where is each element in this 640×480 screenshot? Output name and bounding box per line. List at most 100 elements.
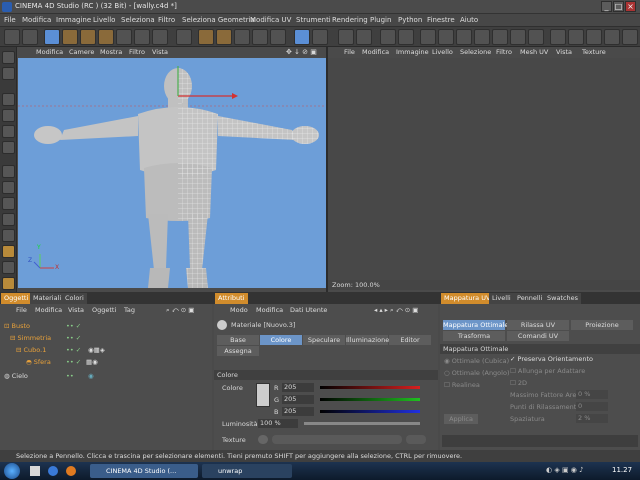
option-ottimale-cubica[interactable]: ◉ Ottimale (Cubica) (444, 355, 509, 367)
option-ottimale-angolo[interactable]: ○ Ottimale (Angolo) (444, 367, 509, 379)
edges-mode-icon[interactable] (338, 29, 354, 45)
option-allunga-per-adattare[interactable]: ☐ Allunga per Adattare (510, 365, 585, 377)
spaziatura-input[interactable]: 2 % (576, 414, 608, 423)
channel-base-button[interactable]: Base (217, 335, 259, 345)
blur-icon[interactable] (2, 229, 15, 242)
subtab-trasforma[interactable]: Trasforma (443, 331, 505, 341)
menu-modifica[interactable]: Modifica (22, 14, 51, 27)
system-tray-icons[interactable]: ◐ ◈ ▣ ◉ ♪ (546, 466, 584, 474)
vp-menu-vista[interactable]: Vista (152, 47, 168, 58)
attr-nav-icons[interactable]: ◂ ▴ ▸ ⌕ ⤺ ⊙ ▣ (374, 306, 418, 315)
render-picture-icon[interactable] (216, 29, 232, 45)
brush-tool-icon[interactable] (2, 165, 15, 178)
uv-menu-vista[interactable]: Vista (556, 47, 572, 58)
maximize-button[interactable]: □ (613, 1, 624, 12)
edge-tool-icon[interactable] (2, 125, 15, 138)
visibility-icons[interactable]: •• ✓ (66, 356, 81, 368)
select-icon[interactable] (474, 29, 490, 45)
fill-bucket-icon[interactable] (2, 245, 15, 258)
gradient-icon[interactable] (2, 261, 15, 274)
visibility-icons[interactable]: •• ✓ (66, 344, 81, 356)
redo-icon[interactable] (22, 29, 38, 45)
clone-tool-icon[interactable] (2, 181, 15, 194)
live-select-icon[interactable] (44, 29, 60, 45)
channel-illuminazione-button[interactable]: Illuminazione (346, 335, 389, 345)
r-value-field[interactable]: 205 (282, 383, 314, 392)
uv-menu-texture[interactable]: Texture (582, 47, 606, 58)
texture-mode-icon[interactable] (2, 67, 15, 80)
tab-materiali[interactable]: Materiali (30, 293, 65, 304)
layout-icon[interactable] (550, 29, 566, 45)
luminosity-slider[interactable] (304, 422, 420, 425)
texture-menu-button[interactable] (258, 435, 268, 444)
polygons-mode-icon[interactable] (356, 29, 372, 45)
tab-attributi[interactable]: Attributi (215, 293, 248, 304)
minimize-button[interactable]: _ (601, 1, 612, 12)
obj-menu-tag[interactable]: Tag (124, 306, 135, 314)
paint-tool-icon[interactable] (420, 29, 436, 45)
texture-path-field[interactable] (272, 435, 402, 444)
massimo-fattore-area-input[interactable]: 0 % (576, 390, 608, 399)
menu-seleziona[interactable]: Seleziona (121, 14, 155, 27)
object-row-simmetria[interactable]: ⊟ Simmetria •• ✓ (10, 332, 81, 344)
attr-menu-modifica[interactable]: Modifica (256, 306, 283, 314)
vp-menu-modifica[interactable]: Modifica (36, 47, 63, 58)
uv-menu-immagine[interactable]: Immagine (396, 47, 429, 58)
channel-editor-button[interactable]: Editor (389, 335, 431, 345)
points-mode-icon[interactable] (312, 29, 328, 45)
attr-menu-modo[interactable]: Modo (230, 306, 248, 314)
polygon-tool-icon[interactable] (2, 141, 15, 154)
visibility-icons[interactable]: •• ✓ (66, 332, 81, 344)
text-tool-icon[interactable] (2, 277, 15, 290)
rect-select-icon[interactable] (510, 29, 526, 45)
object-row-sfera[interactable]: ◓ Sfera •• ✓ ▦◉ (26, 356, 98, 368)
tab-mappatura-uv[interactable]: Mappatura UV (441, 293, 494, 304)
visibility-icons[interactable]: •• ✓ (66, 320, 81, 332)
option-2d[interactable]: ☐ 2D (510, 377, 527, 389)
uv-commands-icon-strip[interactable] (442, 435, 638, 447)
character-model[interactable] (18, 58, 326, 288)
object-row-busto[interactable]: ⊡ Busto •• ✓ (4, 320, 81, 332)
subtab-mappatura-ottimale[interactable]: Mappatura Ottimale (443, 320, 508, 330)
menu-immagine[interactable]: Immagine (56, 14, 91, 27)
menu-modifica-uv[interactable]: Modifica UV (250, 14, 291, 27)
undo-icon[interactable] (4, 29, 20, 45)
obj-menu-vista[interactable]: Vista (68, 306, 84, 314)
uv-menu-filtro[interactable]: Filtro (496, 47, 512, 58)
fill-icon[interactable] (456, 29, 472, 45)
g-slider[interactable] (320, 398, 420, 401)
quicklaunch-icon[interactable] (30, 466, 40, 476)
uv-menu-selezione[interactable]: Selezione (460, 47, 491, 58)
uv-menu-livello[interactable]: Livello (432, 47, 453, 58)
lasso-icon[interactable] (492, 29, 508, 45)
axis-z-icon[interactable] (152, 29, 168, 45)
channel-speculare-button[interactable]: Speculare (303, 335, 345, 345)
obj-menu-oggetti[interactable]: Oggetti (92, 306, 116, 314)
rotate-icon[interactable] (98, 29, 114, 45)
taskbar-unwrap[interactable]: unwrap (202, 464, 292, 478)
magic-wand-icon[interactable] (528, 29, 544, 45)
luminosity-field[interactable]: 100 % (258, 419, 298, 428)
uv-editor-canvas[interactable] (328, 58, 640, 280)
smear-icon[interactable] (2, 213, 15, 226)
model-mode-icon[interactable] (294, 29, 310, 45)
point-tool-icon[interactable] (2, 109, 15, 122)
axis-y-icon[interactable] (134, 29, 150, 45)
tab-livelli[interactable]: Livelli (489, 293, 514, 304)
firefox-icon[interactable] (66, 466, 76, 476)
vp-menu-mostra[interactable]: Mostra (100, 47, 122, 58)
menu-filtro[interactable]: Filtro (158, 14, 175, 27)
render-view-icon[interactable] (198, 29, 214, 45)
obj-menu-modifica[interactable]: Modifica (35, 306, 62, 314)
close-button[interactable]: × (625, 1, 636, 12)
more-icon[interactable] (622, 29, 638, 45)
uv-menu-file[interactable]: File (344, 47, 355, 58)
checker-icon-2[interactable] (270, 29, 286, 45)
material-tags[interactable]: ◉▦◈ (88, 344, 105, 356)
visibility-icons[interactable]: •• (66, 370, 74, 382)
uv-points-icon[interactable] (380, 29, 396, 45)
b-value-field[interactable]: 205 (282, 407, 314, 416)
menu-finestre[interactable]: Finestre (427, 14, 455, 27)
vp-menu-filtro[interactable]: Filtro (129, 47, 145, 58)
eraser-icon[interactable] (2, 197, 15, 210)
